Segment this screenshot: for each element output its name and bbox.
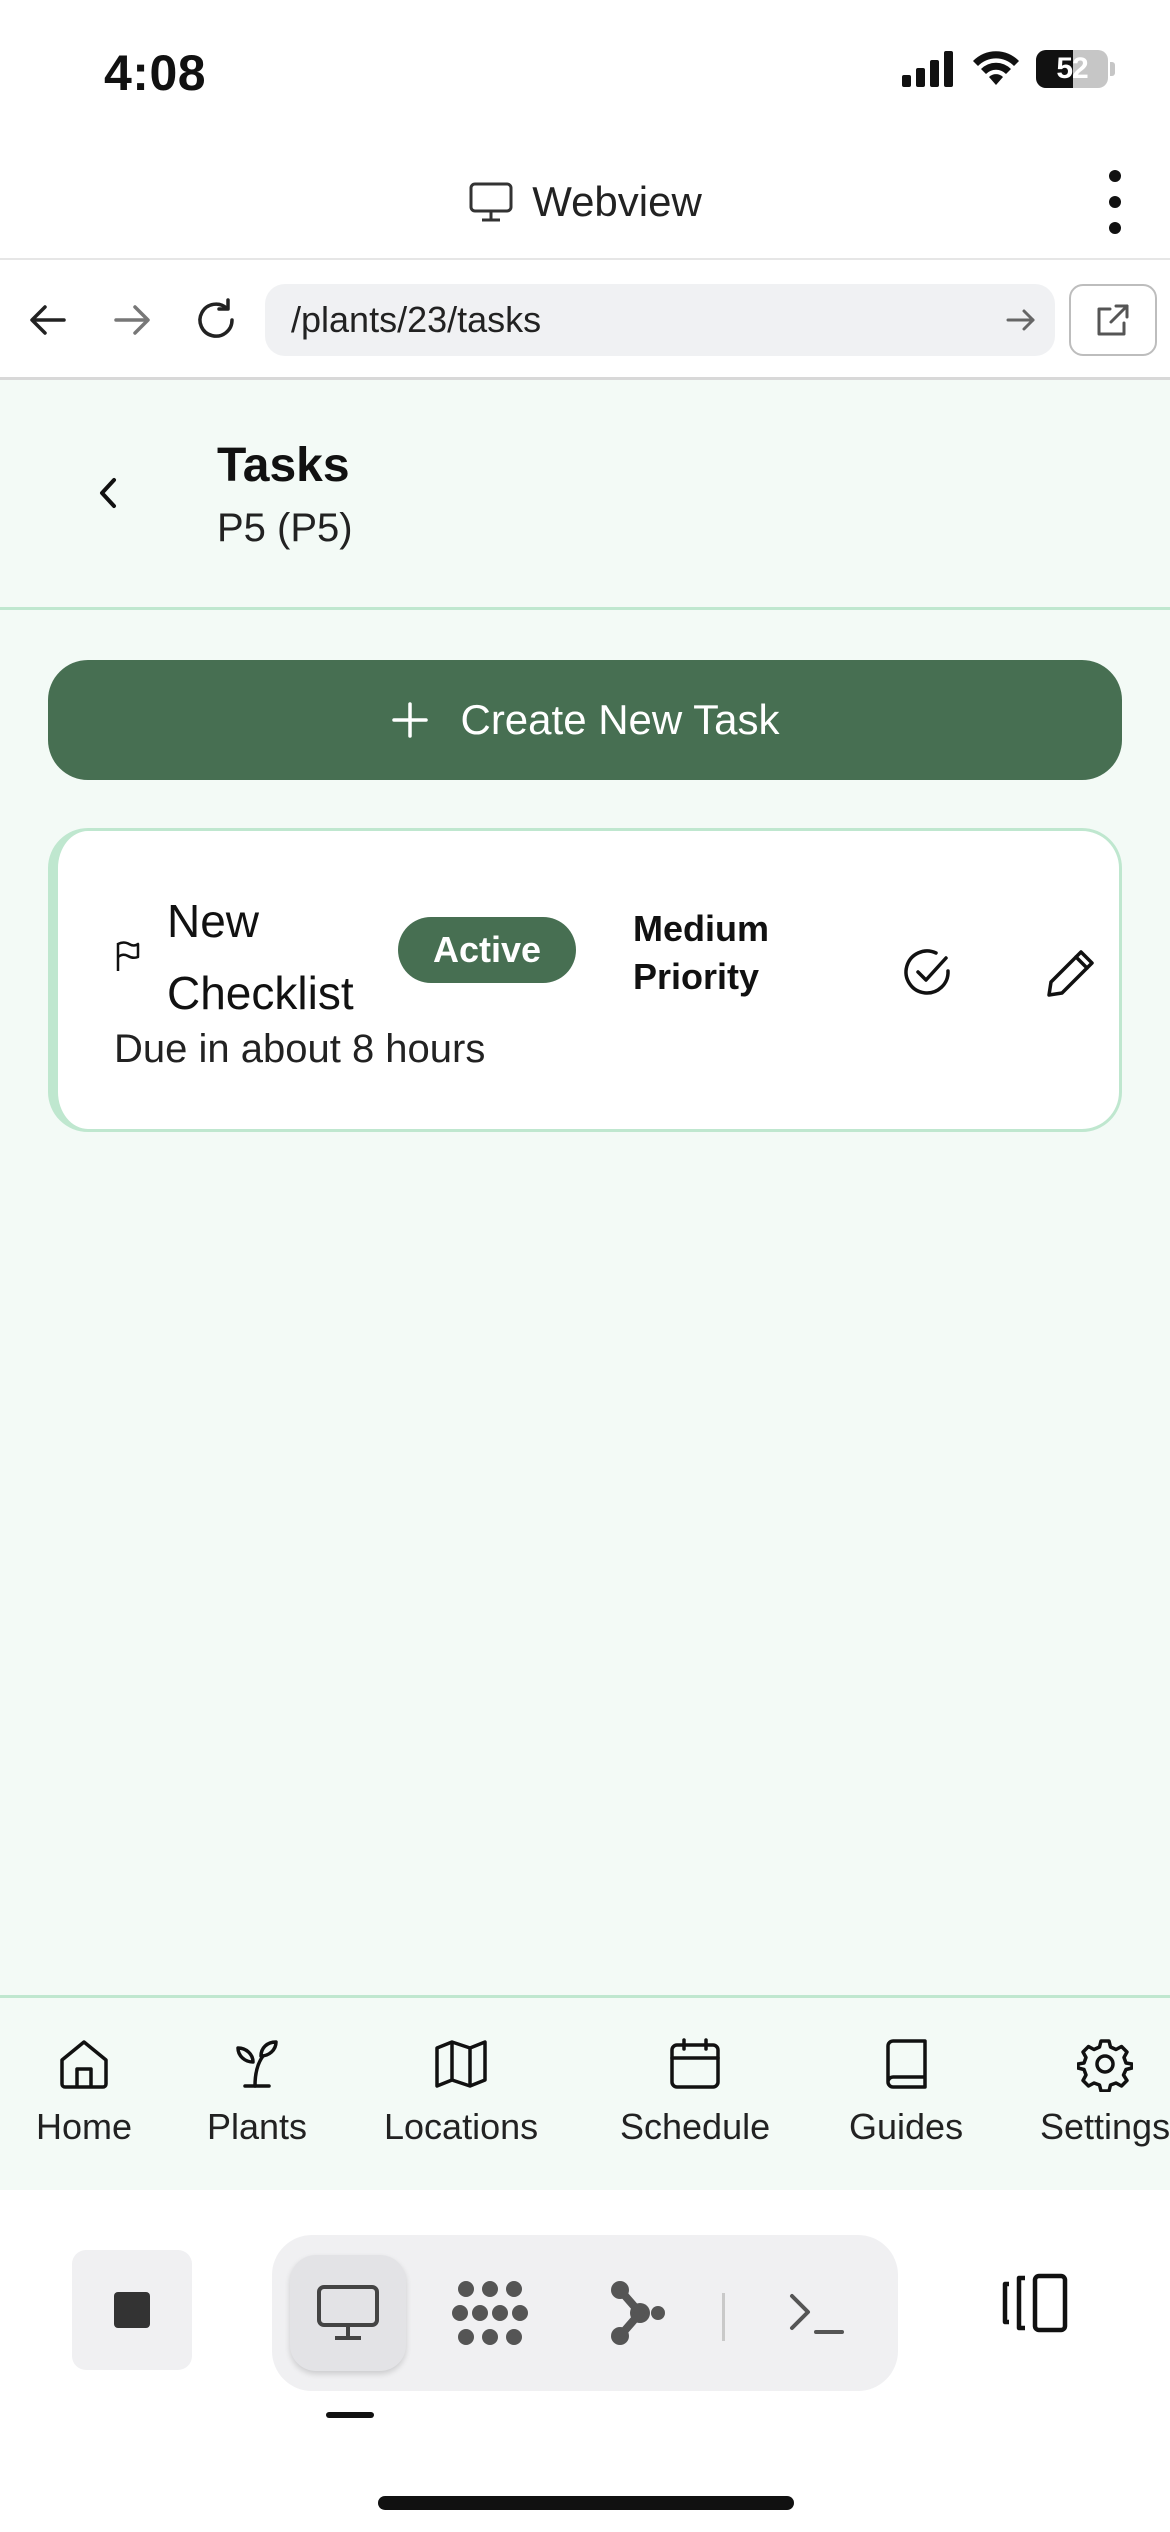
- priority-text: Medium Priority: [633, 908, 770, 997]
- sprout-icon: [236, 2040, 278, 2088]
- task-due: Due in about 8 hours: [114, 1027, 486, 1071]
- reload-icon[interactable]: [186, 290, 246, 350]
- terminal-icon: [790, 2294, 844, 2334]
- monitor-icon: [469, 182, 513, 222]
- nav-item-home[interactable]: Home: [36, 2036, 132, 2148]
- home-indicator: [378, 2496, 794, 2510]
- nav-item-settings[interactable]: Settings: [1040, 2036, 1170, 2148]
- open-external-button[interactable]: [1069, 284, 1157, 356]
- page-header: Tasks P5 (P5): [0, 380, 1170, 610]
- url-input[interactable]: /plants/23/tasks: [265, 284, 1055, 356]
- nav-label-home: Home: [36, 2106, 133, 2147]
- url-text: /plants/23/tasks: [291, 299, 542, 340]
- task-card[interactable]: New Checklist Active Medium Priority Due…: [48, 828, 1122, 1132]
- nav-item-schedule[interactable]: Schedule: [620, 2036, 770, 2148]
- nav-label-schedule: Schedule: [620, 2106, 771, 2147]
- flag-icon: [116, 941, 140, 971]
- back-chevron-icon[interactable]: [88, 468, 128, 518]
- create-task-label: Create New Task: [460, 696, 780, 743]
- webview-title-label: Webview: [532, 178, 702, 225]
- terminal-view-button[interactable]: [758, 2255, 874, 2371]
- bottom-toolbar: [0, 2190, 1170, 2532]
- monitor-view-button[interactable]: [290, 2255, 406, 2371]
- go-arrow-icon[interactable]: [1005, 302, 1037, 338]
- plus-icon: [392, 702, 429, 738]
- gear-icon: [1077, 2039, 1134, 2092]
- toolbar-divider: [722, 2293, 725, 2341]
- nav-label-guides: Guides: [849, 2106, 964, 2147]
- back-arrow-icon[interactable]: [18, 290, 78, 350]
- status-icons: 52: [902, 50, 1115, 88]
- stop-button[interactable]: [72, 2250, 192, 2370]
- stop-icon: [114, 2292, 150, 2328]
- app-content: Tasks P5 (P5) Create New Task New Checkl…: [0, 380, 1170, 1997]
- home-icon: [60, 2040, 108, 2089]
- view-switcher: [272, 2235, 898, 2391]
- complete-check-icon[interactable]: [900, 945, 956, 1001]
- nodes-icon: [611, 2281, 665, 2345]
- dots-grid-icon: [452, 2281, 528, 2345]
- status-badge: Active: [398, 917, 576, 983]
- edit-pencil-icon[interactable]: [1043, 945, 1099, 1001]
- webview-title: Webview: [0, 178, 1170, 226]
- page-title: Tasks: [217, 439, 350, 492]
- nav-label-settings: Settings: [1040, 2106, 1170, 2147]
- wifi-icon: [973, 51, 1019, 85]
- more-options-icon[interactable]: [1100, 170, 1130, 234]
- create-task-button[interactable]: Create New Task: [48, 660, 1122, 780]
- battery-icon: 52: [1036, 50, 1108, 88]
- active-view-indicator: [326, 2412, 374, 2418]
- nav-item-locations[interactable]: Locations: [384, 2036, 538, 2148]
- panel-icon: [1002, 2273, 1068, 2333]
- url-bar: /plants/23/tasks: [0, 262, 1170, 380]
- status-bar: 4:08 52: [0, 0, 1170, 140]
- external-link-icon: [1097, 304, 1129, 336]
- nodes-view-button[interactable]: [578, 2255, 694, 2371]
- nav-item-plants[interactable]: Plants: [207, 2036, 307, 2148]
- priority-label: Medium Priority: [633, 905, 793, 1001]
- book-icon: [886, 2039, 927, 2089]
- monitor-icon: [317, 2285, 379, 2340]
- nav-item-guides[interactable]: Guides: [849, 2036, 963, 2148]
- nav-label-locations: Locations: [384, 2106, 539, 2147]
- panel-toggle-button[interactable]: [990, 2258, 1080, 2348]
- nav-label-plants: Plants: [207, 2106, 308, 2147]
- task-title: New Checklist: [167, 895, 354, 1019]
- page-subtitle: P5 (P5): [217, 506, 353, 550]
- battery-level: 52: [1056, 52, 1088, 85]
- bottom-nav: Home Plants Locations Schedule Guides Se…: [0, 1995, 1170, 2190]
- signal-icon: [902, 51, 953, 87]
- calendar-icon: [670, 2038, 720, 2089]
- dots-view-button[interactable]: [432, 2255, 548, 2371]
- map-icon: [435, 2040, 487, 2088]
- forward-arrow-icon[interactable]: [102, 290, 162, 350]
- webview-bar: Webview: [0, 140, 1170, 260]
- status-time: 4:08: [104, 45, 207, 101]
- battery-tip: [1110, 62, 1115, 76]
